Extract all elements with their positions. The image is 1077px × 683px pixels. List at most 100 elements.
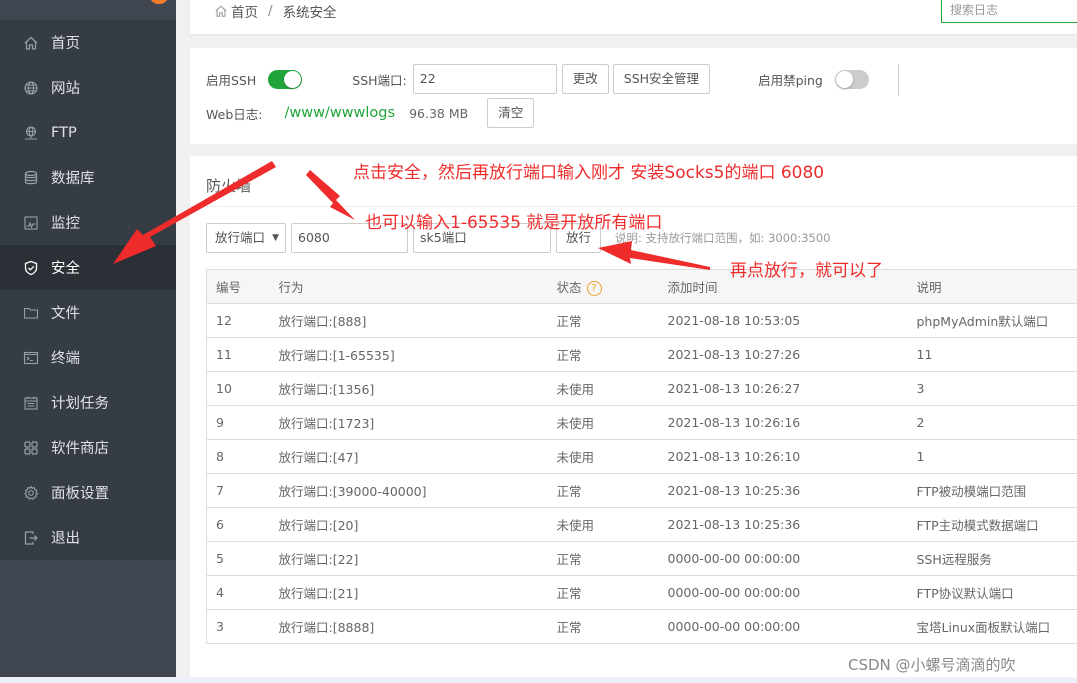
sidebar-item-label: 软件商店 (51, 441, 109, 457)
sidebar: 首页 网站 FTP 数据库 监控 安全 文件 终端 计划任务 软件商店 面板设置… (0, 0, 176, 683)
sidebar-item-website[interactable]: 网站 (0, 65, 176, 110)
cell-note: FTP协议默认端口 (916, 575, 1077, 610)
table-row[interactable]: 10 放行端口:[1356] 未使用 2021-08-13 10:26:27 3 (206, 371, 1077, 406)
cell-note: phpMyAdmin默认端口 (916, 303, 1077, 338)
folder-icon (23, 305, 39, 321)
weblog-size: 96.38 MB (409, 105, 469, 121)
cell-time: 2021-08-18 10:53:05 (667, 303, 917, 338)
table-row[interactable]: 5 放行端口:[22] 正常 0000-00-00 00:00:00 SSH远程服务 (206, 541, 1077, 576)
help-icon[interactable]: ? (586, 281, 602, 296)
cell-id: 8 (206, 439, 279, 474)
database-icon (23, 170, 39, 186)
sidebar-item-cron[interactable]: 计划任务 (0, 380, 176, 425)
cell-action: 放行端口:[888] (278, 303, 557, 338)
divider (898, 64, 899, 96)
cell-status: 正常 (556, 473, 668, 508)
clear-log-button[interactable]: 清空 (487, 98, 535, 128)
sidebar-menu: 首页 网站 FTP 数据库 监控 安全 文件 终端 计划任务 软件商店 面板设置… (0, 20, 176, 560)
toggle-knob (835, 70, 853, 88)
firewall-title: 防火墙 (206, 177, 252, 195)
col-header-note[interactable]: 说明 (916, 269, 1077, 304)
rule-type-value: 放行端口 (215, 230, 266, 245)
firewall-table: 编号 行为 状态? 添加时间 说明 12 放行端口:[888] 正常 2021-08-… (206, 269, 1077, 644)
rule-type-select[interactable]: 放行端口 ▼ (206, 223, 286, 253)
breadcrumb-bar: 首页 / 系统安全 搜索日志 (190, 0, 1077, 34)
annotation-instruction-3: 再点放行，就可以了 (730, 261, 883, 281)
cell-id: 12 (206, 303, 279, 338)
ping-toggle[interactable] (834, 69, 869, 89)
logout-icon (23, 530, 39, 546)
weblog-row: Web日志: /www/wwwlogs 96.38 MB 清空 (206, 98, 535, 128)
home-icon (214, 4, 228, 18)
cell-note: 2 (916, 405, 1077, 440)
col-header-action[interactable]: 行为 (278, 269, 557, 304)
breadcrumb-separator: / (268, 3, 273, 19)
table-row[interactable]: 12 放行端口:[888] 正常 2021-08-18 10:53:05 phpMyAd… (206, 303, 1077, 338)
home-icon (23, 35, 39, 51)
ssh-settings-panel: 启用SSH SSH端口: 22 更改 SSH安全管理 启用禁ping Web日志… (190, 48, 1077, 144)
terminal-icon (23, 350, 39, 366)
cell-time: 0000-00-00 00:00:00 (667, 609, 917, 644)
sidebar-item-files[interactable]: 文件 (0, 290, 176, 335)
notification-badge[interactable] (150, 0, 168, 4)
annotation-instruction-1: 点击安全，然后再放行端口输入刚才 安装Socks5的端口 6080 (353, 163, 825, 183)
cell-status: 正常 (556, 609, 668, 644)
ssh-toggle[interactable] (268, 69, 303, 89)
sidebar-item-logout[interactable]: 退出 (0, 515, 176, 560)
cell-time: 2021-08-13 10:26:16 (667, 405, 917, 440)
col-header-status[interactable]: 状态? (556, 269, 668, 304)
ping-label: 启用禁ping (758, 72, 823, 88)
cell-action: 放行端口:[47] (278, 439, 557, 474)
table-row[interactable]: 7 放行端口:[39000-40000] 正常 2021-08-13 10:25:36… (206, 473, 1077, 508)
cell-status: 未使用 (556, 371, 668, 406)
cell-time: 0000-00-00 00:00:00 (667, 575, 917, 610)
cell-status: 正常 (556, 337, 668, 372)
sidebar-item-store[interactable]: 软件商店 (0, 425, 176, 470)
sidebar-item-label: 文件 (51, 306, 80, 322)
cell-id: 6 (206, 507, 279, 542)
ssh-port-input[interactable]: 22 (412, 64, 557, 94)
sidebar-item-monitor[interactable]: 监控 (0, 200, 176, 245)
sidebar-item-security[interactable]: 安全 (0, 245, 176, 290)
sidebar-item-label: 监控 (51, 216, 80, 232)
cell-status: 未使用 (556, 439, 668, 474)
sidebar-item-label: 面板设置 (51, 486, 109, 502)
table-row[interactable]: 3 放行端口:[8888] 正常 0000-00-00 00:00:00 宝塔Linux… (206, 609, 1077, 644)
sidebar-item-terminal[interactable]: 终端 (0, 335, 176, 380)
table-row[interactable]: 11 放行端口:[1-65535] 正常 2021-08-13 10:27:26 11 (206, 337, 1077, 372)
gear-icon (23, 485, 39, 501)
sidebar-item-ftp[interactable]: FTP (0, 110, 176, 155)
divider (190, 206, 1077, 207)
calendar-icon (23, 395, 39, 411)
cell-id: 10 (206, 371, 279, 406)
cell-time: 2021-08-13 10:25:36 (667, 473, 917, 508)
cell-time: 2021-08-13 10:25:36 (667, 507, 917, 542)
change-port-button[interactable]: 更改 (561, 64, 609, 94)
sidebar-item-settings[interactable]: 面板设置 (0, 470, 176, 515)
table-row[interactable]: 8 放行端口:[47] 未使用 2021-08-13 10:26:10 1 (206, 439, 1077, 474)
sidebar-item-label: 网站 (51, 81, 80, 97)
cell-status: 正常 (556, 575, 668, 610)
sidebar-item-database[interactable]: 数据库 (0, 155, 176, 200)
weblog-label: Web日志: (206, 106, 263, 122)
sidebar-item-label: 计划任务 (51, 396, 109, 412)
cell-id: 5 (206, 541, 279, 576)
cell-status: 未使用 (556, 507, 668, 542)
sidebar-item-home[interactable]: 首页 (0, 20, 176, 65)
sidebar-header (0, 0, 176, 20)
cell-note: FTP被动模端口范围 (916, 473, 1077, 508)
toggle-knob (284, 70, 302, 88)
table-row[interactable]: 9 放行端口:[1723] 未使用 2021-08-13 10:26:16 2 (206, 405, 1077, 440)
cell-status: 未使用 (556, 405, 668, 440)
cell-action: 放行端口:[1-65535] (278, 337, 557, 372)
weblog-path-link[interactable]: /www/wwwlogs (284, 105, 395, 121)
col-header-id[interactable]: 编号 (206, 269, 279, 304)
search-log-input[interactable]: 搜索日志 (941, 0, 1077, 23)
cell-action: 放行端口:[8888] (278, 609, 557, 644)
cell-action: 放行端口:[1723] (278, 405, 557, 440)
table-row[interactable]: 6 放行端口:[20] 未使用 2021-08-13 10:25:36 FTP主动模式数… (206, 507, 1077, 542)
table-row[interactable]: 4 放行端口:[21] 正常 0000-00-00 00:00:00 FTP协议默认端口 (206, 575, 1077, 610)
breadcrumb-current: 系统安全 (282, 5, 337, 21)
breadcrumb-home-link[interactable]: 首页 (231, 1, 258, 21)
ssh-security-manage-button[interactable]: SSH安全管理 (612, 64, 711, 94)
